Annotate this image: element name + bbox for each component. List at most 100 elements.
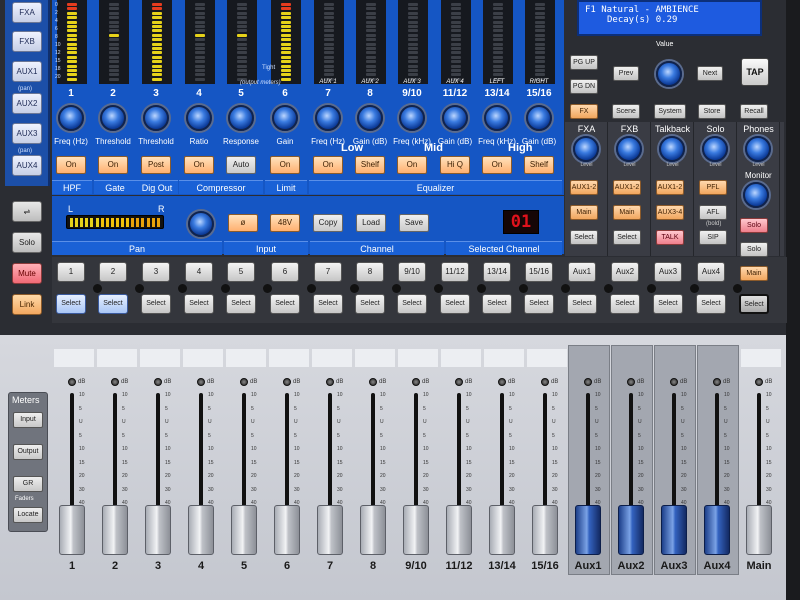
channel-number-button[interactable]: Aux2 <box>611 262 639 282</box>
channel-number-button[interactable]: 13/14 <box>483 262 511 282</box>
fat-channel-button[interactable]: On <box>397 156 427 174</box>
channel-select-button[interactable]: Select <box>184 294 214 314</box>
master-solo-button[interactable]: Solo <box>740 242 768 257</box>
tap-button[interactable]: TAP <box>741 58 769 86</box>
fat-channel-button[interactable]: On <box>482 156 512 174</box>
usb-button[interactable]: ⇌ <box>12 201 42 222</box>
master-aux12-button[interactable]: AUX1-2 <box>656 180 684 195</box>
fxb-button[interactable]: FXB <box>12 31 42 52</box>
aux1-button[interactable]: AUX1 <box>12 61 42 82</box>
fader-cap[interactable] <box>102 505 128 555</box>
channel-select-button[interactable]: Select <box>355 294 385 314</box>
channel-select-button[interactable]: Select <box>610 294 640 314</box>
fat-channel-button[interactable]: On <box>56 156 86 174</box>
channel-select-button[interactable]: Select <box>696 294 726 314</box>
channel-select-button[interactable]: Select <box>313 294 343 314</box>
fat-channel-knob[interactable] <box>357 105 383 131</box>
fader-cap[interactable] <box>661 505 687 555</box>
fader-cap[interactable] <box>59 505 85 555</box>
store-button[interactable]: Store <box>698 104 726 119</box>
page-down-button[interactable]: PG DN <box>570 79 598 94</box>
faders-locate-button[interactable]: Locate <box>13 507 43 523</box>
channel-number-button[interactable]: Aux3 <box>654 262 682 282</box>
master-aux12-button[interactable]: AUX1-2 <box>613 180 641 195</box>
channel-number-button[interactable]: 4 <box>185 262 213 282</box>
meters-gr-button[interactable]: GR <box>13 476 43 492</box>
channel-select-button[interactable]: Select <box>270 294 300 314</box>
channel-number-button[interactable]: 6 <box>271 262 299 282</box>
fader-cap[interactable] <box>704 505 730 555</box>
channel-number-button[interactable]: 7 <box>314 262 342 282</box>
fader-cap[interactable] <box>188 505 214 555</box>
fader-cap[interactable] <box>403 505 429 555</box>
fat-channel-knob[interactable] <box>186 105 212 131</box>
fader-cap[interactable] <box>145 505 171 555</box>
meters-output-button[interactable]: Output <box>13 444 43 460</box>
master-solo-button[interactable]: Solo <box>740 218 768 233</box>
fat-channel-knob[interactable] <box>315 105 341 131</box>
copy-button[interactable]: Copy <box>313 214 343 232</box>
phantom-48v-button[interactable]: 48V <box>270 214 300 232</box>
fat-channel-button[interactable]: On <box>184 156 214 174</box>
fat-channel-knob[interactable] <box>58 105 84 131</box>
fat-channel-knob[interactable] <box>442 105 468 131</box>
master-talk-button[interactable]: TALK <box>656 230 684 245</box>
phase-button[interactable]: ø <box>228 214 258 232</box>
master-level-knob[interactable] <box>745 136 771 162</box>
master-level-knob[interactable] <box>573 136 599 162</box>
recall-button[interactable]: Recall <box>740 104 768 119</box>
channel-select-button[interactable]: Select <box>482 294 512 314</box>
master-select-button[interactable]: Select <box>613 230 641 245</box>
channel-select-button[interactable]: Select <box>98 294 128 314</box>
channel-number-button[interactable]: 2 <box>99 262 127 282</box>
meters-input-button[interactable]: Input <box>13 412 43 428</box>
pan-knob[interactable] <box>188 211 214 237</box>
master-afl-button[interactable]: AFL <box>699 205 727 220</box>
fat-channel-knob[interactable] <box>484 105 510 131</box>
fader-cap[interactable] <box>317 505 343 555</box>
channel-select-button[interactable]: Select <box>226 294 256 314</box>
fader-cap[interactable] <box>489 505 515 555</box>
channel-number-button[interactable]: Aux1 <box>568 262 596 282</box>
fader-cap[interactable] <box>360 505 386 555</box>
channel-number-button[interactable]: 1 <box>57 262 85 282</box>
fader-cap[interactable] <box>231 505 257 555</box>
master-aux12-button[interactable]: AUX1-2 <box>570 180 598 195</box>
channel-select-button[interactable]: Select <box>653 294 683 314</box>
fader-cap[interactable] <box>618 505 644 555</box>
channel-number-button[interactable]: 9/10 <box>398 262 426 282</box>
fat-channel-knob[interactable] <box>228 105 254 131</box>
monitor-knob[interactable] <box>743 182 769 208</box>
fat-channel-button[interactable]: Hi Q <box>440 156 470 174</box>
channel-select-button[interactable]: Select <box>397 294 427 314</box>
fader-cap[interactable] <box>274 505 300 555</box>
master-main-button[interactable]: Main <box>613 205 641 220</box>
channel-number-button[interactable]: Aux4 <box>697 262 725 282</box>
channel-number-button[interactable]: 11/12 <box>441 262 469 282</box>
save-button[interactable]: Save <box>399 214 429 232</box>
master-level-knob[interactable] <box>702 136 728 162</box>
channel-select-button[interactable]: Select <box>56 294 86 314</box>
channel-number-button[interactable]: 15/16 <box>525 262 553 282</box>
fat-channel-button[interactable]: On <box>270 156 300 174</box>
fader-cap[interactable] <box>446 505 472 555</box>
fader-cap[interactable] <box>532 505 558 555</box>
link-button[interactable]: Link <box>12 294 42 315</box>
channel-select-button[interactable]: Select <box>141 294 171 314</box>
fat-channel-knob[interactable] <box>526 105 552 131</box>
next-button[interactable]: Next <box>697 66 723 81</box>
fxa-button[interactable]: FXA <box>12 2 42 23</box>
channel-select-button[interactable]: Select <box>567 294 597 314</box>
aux2-button[interactable]: AUX2 <box>12 93 42 114</box>
fader-cap[interactable] <box>575 505 601 555</box>
value-encoder-knob[interactable] <box>656 61 682 87</box>
fat-channel-button[interactable]: On <box>313 156 343 174</box>
master-select-button[interactable]: Select <box>570 230 598 245</box>
fat-channel-button[interactable]: Auto <box>226 156 256 174</box>
aux4-button[interactable]: AUX4 <box>12 155 42 176</box>
master-level-knob[interactable] <box>659 136 685 162</box>
main-select-button[interactable]: Select <box>739 294 769 314</box>
master-pfl-button[interactable]: PFL <box>699 180 727 195</box>
fat-channel-button[interactable]: On <box>98 156 128 174</box>
master-main-button[interactable]: Main <box>570 205 598 220</box>
